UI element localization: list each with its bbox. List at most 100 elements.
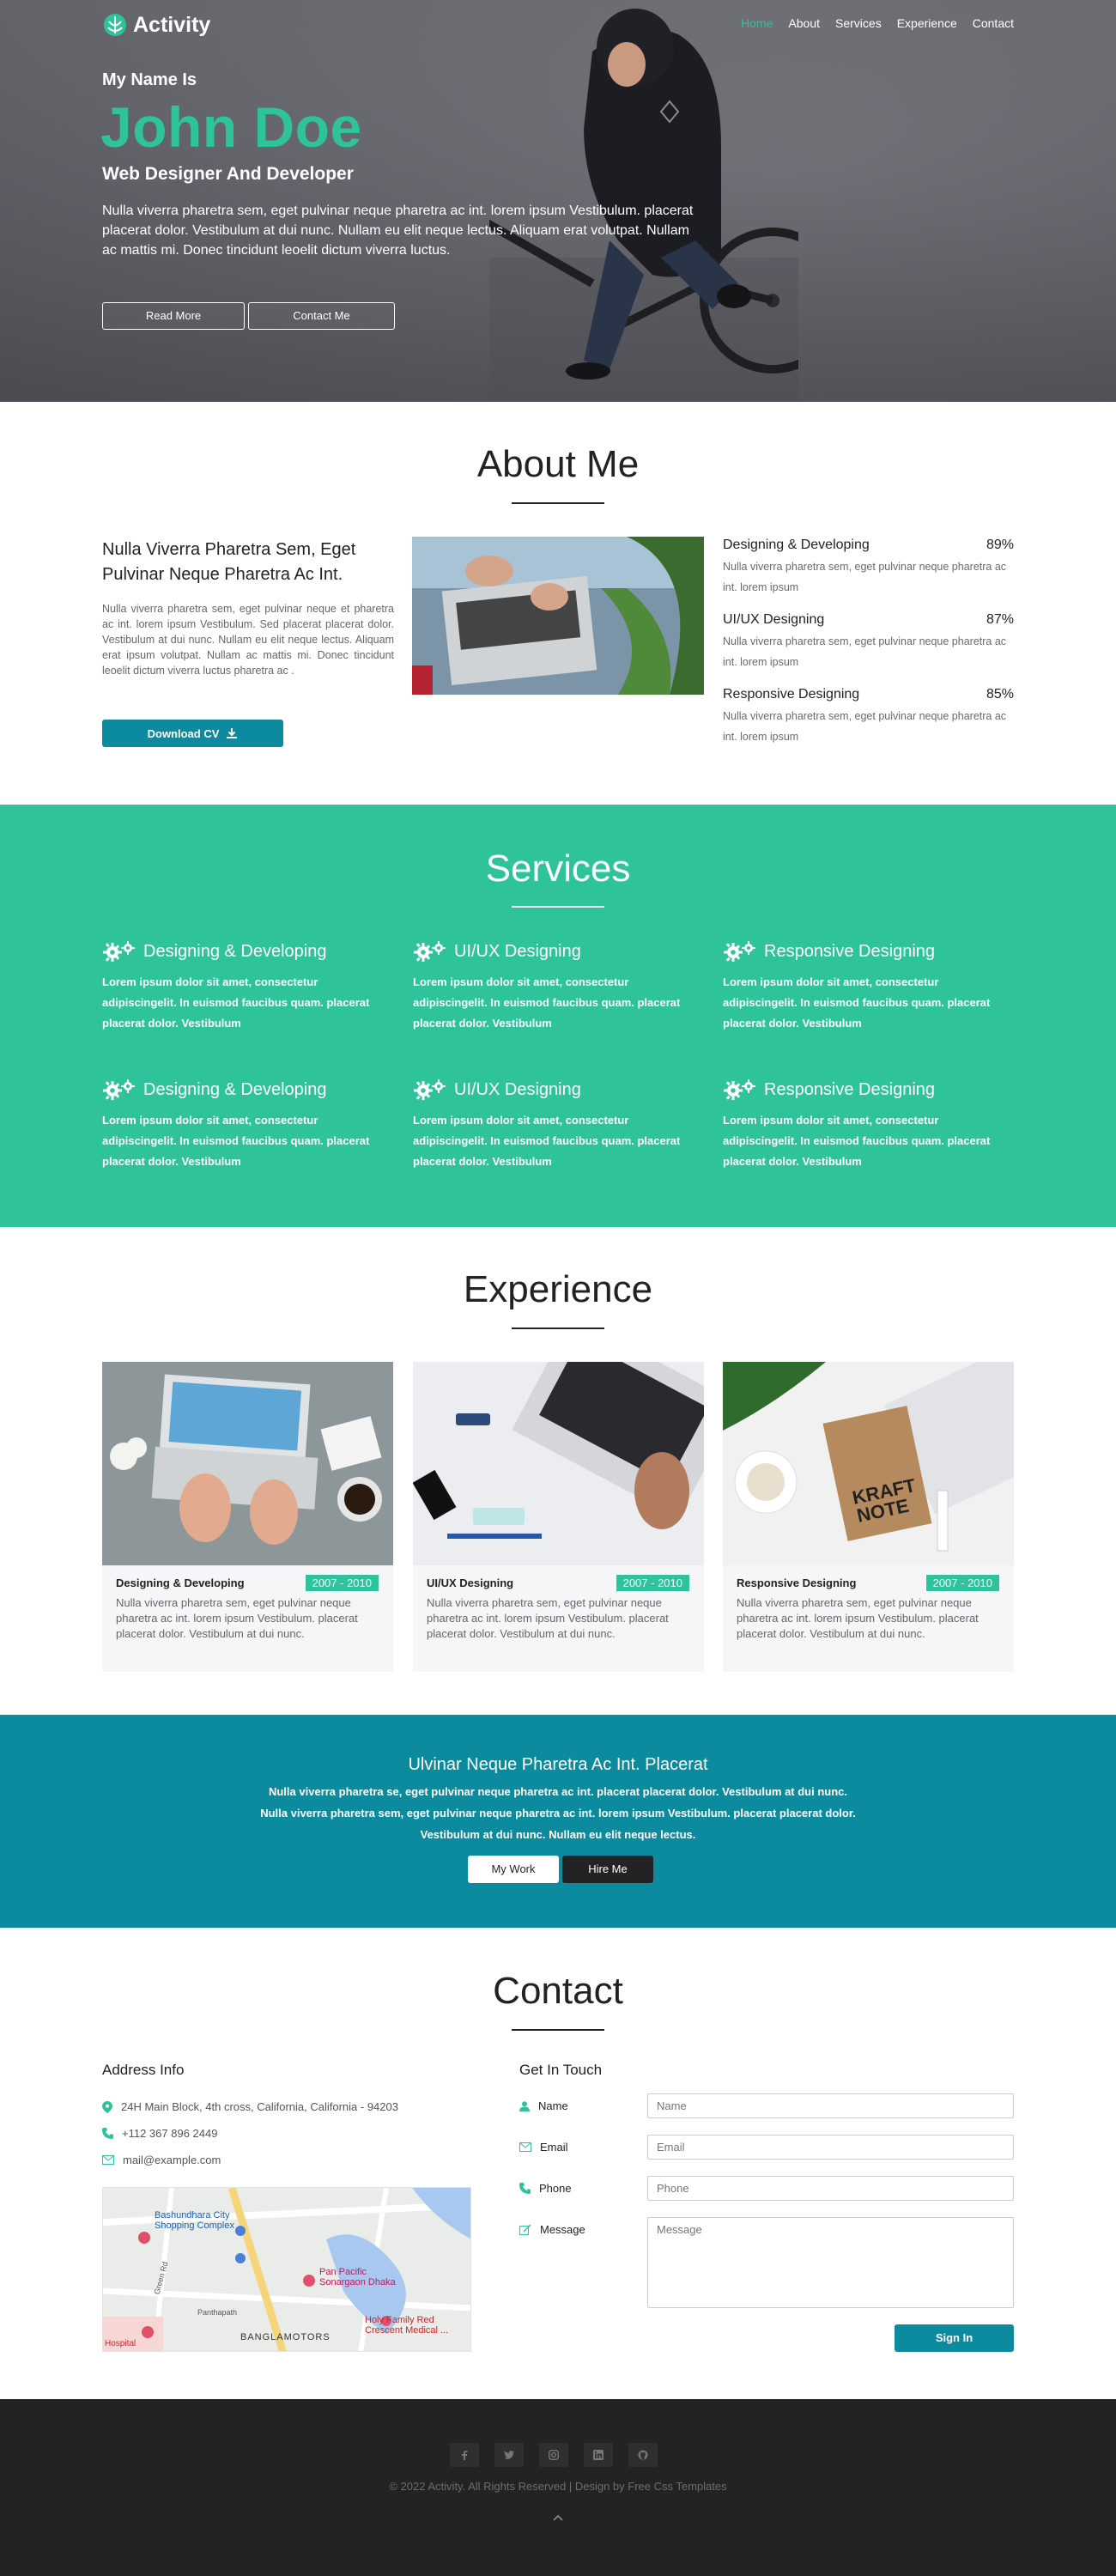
service-name: Responsive Designing [764,1079,936,1099]
github-icon[interactable] [628,2443,658,2467]
map-label: Pan Pacific Sonargaon Dhaka [319,2267,396,2287]
services-title: Services [485,848,631,890]
map-marker-icon [102,2100,112,2113]
skill-percent: 85% [986,687,1014,702]
sign-in-button[interactable]: Sign In [895,2324,1014,2352]
service-name: UI/UX Designing [454,941,581,961]
experience-years-badge: 2007 - 2010 [615,1574,690,1592]
name-input[interactable] [647,2093,1014,2118]
twitter-icon[interactable] [494,2443,524,2467]
email-input[interactable] [647,2135,1014,2160]
message-label: Message [519,2223,585,2236]
skill-description: Nulla viverra pharetra sem, eget pulvina… [723,710,1007,743]
experience-name: Designing & Developing [116,1577,245,1589]
service-item: Responsive Designing Lorem ipsum dolor si… [723,1078,1015,1172]
skill-name: Responsive Designing [723,687,860,702]
phone-label-text: Phone [539,2182,572,2195]
map-label: Panthapath [197,2308,238,2317]
experience-card: Designing & Developing 2007 - 2010 Nulla… [102,1362,393,1672]
message-label-text: Message [540,2223,585,2236]
experience-title-underline [512,1327,604,1329]
service-description: Lorem ipsum dolor sit amet, consectetur … [102,1114,370,1168]
about-heading: Nulla Viverra Pharetra Sem, Eget Pulvina… [102,540,356,584]
copyright-text: © 2022 Activity. All Rights Reserved | D… [389,2480,727,2493]
instagram-icon[interactable] [539,2443,568,2467]
service-description: Lorem ipsum dolor sit amet, consectetur … [102,975,370,1030]
download-icon [227,728,238,738]
contact-me-button[interactable]: Contact Me [248,302,395,330]
nav-link-services[interactable]: Services [835,16,882,30]
gears-icon [414,941,446,962]
nav-link-about[interactable]: About [788,16,820,30]
linkedin-icon[interactable] [584,2443,613,2467]
experience-card: UI/UX Designing 2007 - 2010 Nulla viverr… [412,1315,739,1672]
service-item: UI/UX Designing Lorem ipsum dolor sit ame… [413,1078,705,1172]
phone-icon [519,2183,531,2194]
envelope-icon [519,2142,531,2152]
brand-name: Activity [133,12,211,37]
service-description: Lorem ipsum dolor sit amet, consectetur … [723,975,991,1030]
form-heading: Get In Touch [519,2062,603,2078]
nav-link-home[interactable]: Home [741,16,773,30]
top-navigation: Activity Home About Services Experience … [102,12,1014,38]
download-cv-button[interactable]: Download CV [102,720,283,747]
service-description: Lorem ipsum dolor sit amet, consectetur … [413,1114,681,1168]
phone-input[interactable] [647,2176,1014,2201]
experience-description: Nulla viverra pharetra sem, eget pulvina… [427,1596,669,1640]
skill-percent: 87% [986,612,1014,627]
hero-section: Activity Home About Services Experience … [0,0,1116,402]
skill-name: Designing & Developing [723,538,870,552]
hero-role: Web Designer And Developer [102,164,354,184]
skill-name: UI/UX Designing [723,612,825,627]
phone-label: Phone [519,2182,572,2195]
service-heading: Responsive Designing [723,940,1015,963]
address-text: 24H Main Block, 4th cross, California, C… [121,2100,398,2113]
service-item: UI/UX Designing Lorem ipsum dolor sit ame… [413,940,705,1034]
call-to-action-section: Ulvinar Neque Pharetra Ac Int. Placerat … [0,1715,1116,1928]
nav-link-experience[interactable]: Experience [897,16,957,30]
scroll-to-top-icon[interactable] [549,2512,567,2525]
cta-text: Nulla viverra pharetra se, eget pulvinar… [260,1785,856,1841]
service-name: Responsive Designing [764,941,936,961]
experience-title: Experience [463,1268,653,1310]
experience-name: Responsive Designing [737,1577,857,1589]
skill-item: Designing & Developing 89% Nulla viverra … [723,538,1014,598]
experience-card: KRAFT NOTE Responsive Designing 2007 - 2… [723,1346,1060,1672]
social-links [450,2443,658,2467]
facebook-icon[interactable] [450,2443,479,2467]
service-heading: UI/UX Designing [413,1078,705,1101]
location-map[interactable]: Bashundhara City Shopping Complex Pan Pa… [102,2187,471,2352]
edit-icon [519,2224,531,2235]
message-textarea[interactable] [647,2217,1014,2308]
gears-icon [724,941,755,962]
about-text: Nulla viverra pharetra sem, eget pulvina… [102,603,394,677]
service-item: Designing & Developing Lorem ipsum dolor … [102,940,394,1034]
rebel-logo-icon [104,14,126,36]
experience-image [102,1362,393,1565]
gears-icon [103,1079,135,1100]
service-name: UI/UX Designing [454,1079,581,1099]
contact-title-underline [512,2029,604,2031]
brand-logo[interactable]: Activity [102,12,210,38]
email-text[interactable]: mail@example.com [123,2154,221,2166]
read-more-button[interactable]: Read More [102,302,245,330]
name-label: Name [519,2099,568,2112]
service-heading: UI/UX Designing [413,940,705,963]
service-name: Designing & Developing [143,941,327,961]
map-label: Holy Family Red Crescent Medical ... [365,2315,449,2336]
phone-icon [102,2128,113,2139]
gears-icon [414,1079,446,1100]
name-label-text: Name [538,2099,568,2112]
service-name: Designing & Developing [143,1079,327,1099]
my-work-button[interactable]: My Work [468,1856,559,1883]
hero-pretitle: My Name Is [102,70,197,89]
service-heading: Designing & Developing [102,1078,394,1101]
about-laptop-image [412,537,704,695]
hire-me-button[interactable]: Hire Me [562,1856,653,1883]
phone-row: +112 367 896 2449 [102,2127,217,2140]
experience-name: UI/UX Designing [427,1577,514,1589]
experience-years-badge: 2007 - 2010 [925,1574,1000,1592]
nav-link-contact[interactable]: Contact [973,16,1014,30]
phone-text[interactable]: +112 367 896 2449 [122,2127,217,2140]
skill-item: Responsive Designing 85% Nulla viverra ph… [723,687,1014,747]
